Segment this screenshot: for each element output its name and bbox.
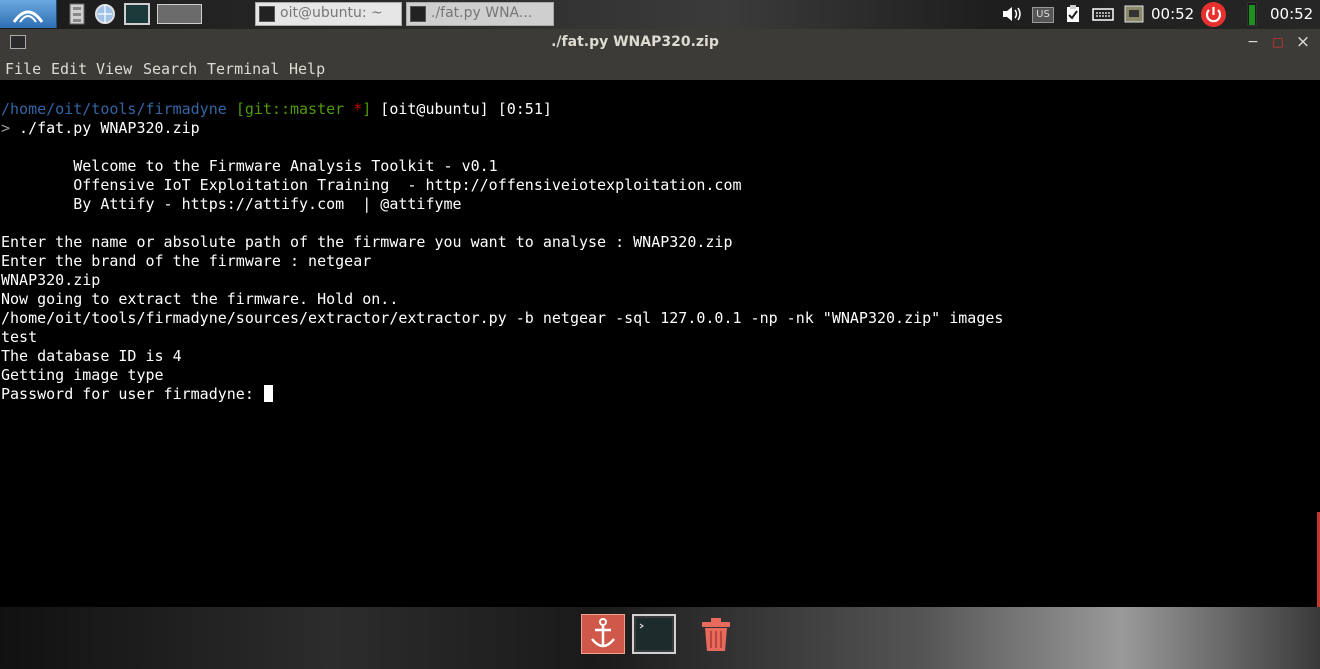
- output-line: By Attify - https://attify.com | @attify…: [1, 195, 462, 213]
- password-prompt-line[interactable]: Password for user firmadyne:: [1, 385, 273, 404]
- cpu-monitor: [1247, 2, 1257, 26]
- keyboard-layout-indicator[interactable]: US: [1032, 7, 1054, 23]
- menu-file[interactable]: File: [5, 60, 41, 78]
- output-line: The database ID is 4: [1, 347, 182, 365]
- prompt-path: /home/oit/tools/firmadyne: [1, 100, 227, 118]
- menu-edit[interactable]: Edit: [51, 60, 87, 78]
- anchor-icon: [591, 618, 615, 648]
- dock-terminal-launcher[interactable]: [632, 614, 676, 654]
- minimize-button[interactable]: −: [1244, 33, 1262, 51]
- output-line: Enter the brand of the firmware : netgea…: [1, 252, 372, 270]
- menu-bar: File Edit View Search Terminal Help: [0, 57, 1320, 80]
- prompt-line: /home/oit/tools/firmadyne [git::master *…: [1, 100, 552, 119]
- prompt-dirty-marker: *: [353, 100, 363, 118]
- terminal-output[interactable]: /home/oit/tools/firmadyne [git::master *…: [0, 80, 1320, 607]
- output-line: test: [1, 328, 38, 346]
- menu-terminal[interactable]: Terminal: [207, 60, 279, 78]
- command-line: > ./fat.py WNAP320.zip: [1, 119, 200, 138]
- password-prompt: Password for user firmadyne:: [1, 385, 263, 403]
- file-manager-launcher[interactable]: [68, 3, 90, 25]
- prompt-git: [git::master: [235, 100, 354, 118]
- start-menu-button[interactable]: [0, 0, 57, 28]
- dock-trash[interactable]: [696, 614, 736, 654]
- close-button[interactable]: ×: [1294, 33, 1312, 51]
- menu-search[interactable]: Search: [143, 60, 197, 78]
- desktop-switcher[interactable]: [157, 4, 202, 24]
- maximize-button[interactable]: □: [1269, 33, 1287, 51]
- clock-primary[interactable]: 00:52: [1151, 5, 1194, 23]
- terminal-icon: [124, 3, 150, 25]
- power-icon[interactable]: [1200, 1, 1227, 28]
- terminal-icon: [410, 6, 426, 22]
- output-line: WNAP320.zip: [1, 271, 101, 289]
- top-panel: oit@ubuntu: ~ ./fat.py WNA... US 00:52 0…: [0, 0, 1320, 30]
- taskbar-item-label: ./fat.py WNA...: [431, 5, 533, 21]
- start-menu-icon: [12, 10, 44, 23]
- file-cabinet-icon: [69, 3, 85, 25]
- terminal-icon: [259, 6, 275, 22]
- taskbar-item-terminal-home[interactable]: oit@ubuntu: ~: [255, 2, 402, 26]
- output-line: Enter the name or absolute path of the f…: [1, 233, 733, 251]
- output-line: /home/oit/tools/firmadyne/sources/extrac…: [1, 309, 1004, 327]
- window-title: ./fat.py WNAP320.zip: [551, 34, 719, 50]
- menu-help[interactable]: Help: [289, 60, 325, 78]
- text-cursor: [263, 385, 273, 402]
- output-line: Now going to extract the firmware. Hold …: [1, 290, 399, 308]
- output-line: Getting image type: [1, 366, 164, 384]
- globe-icon: [95, 4, 115, 24]
- prompt-git-close: ]: [362, 100, 372, 118]
- taskbar-item-label: oit@ubuntu: ~: [280, 5, 383, 21]
- volume-icon[interactable]: [1001, 5, 1025, 23]
- window-titlebar[interactable]: ./fat.py WNAP320.zip − □ ×: [0, 29, 1320, 57]
- output-line: Welcome to the Firmware Analysis Toolkit…: [1, 157, 498, 175]
- dock-anchor-launcher[interactable]: [581, 614, 625, 654]
- terminal-launcher[interactable]: [124, 3, 150, 25]
- clipboard-icon[interactable]: [1065, 5, 1081, 23]
- taskbar-item-fat-py[interactable]: ./fat.py WNA...: [406, 2, 554, 26]
- command-text: ./fat.py WNAP320.zip: [10, 119, 200, 137]
- keyboard-icon[interactable]: [1092, 5, 1114, 23]
- clock-secondary[interactable]: 00:52: [1270, 5, 1313, 23]
- terminal-icon: [636, 618, 672, 650]
- prompt-symbol: >: [1, 119, 11, 137]
- prompt-user: [oit@ubuntu] [0:51]: [371, 100, 552, 118]
- browser-launcher[interactable]: [94, 3, 116, 25]
- network-icon[interactable]: [1123, 5, 1145, 23]
- trash-icon: [702, 618, 730, 651]
- output-line: Offensive IoT Exploitation Training - ht…: [1, 176, 742, 194]
- menu-view[interactable]: View: [96, 60, 132, 78]
